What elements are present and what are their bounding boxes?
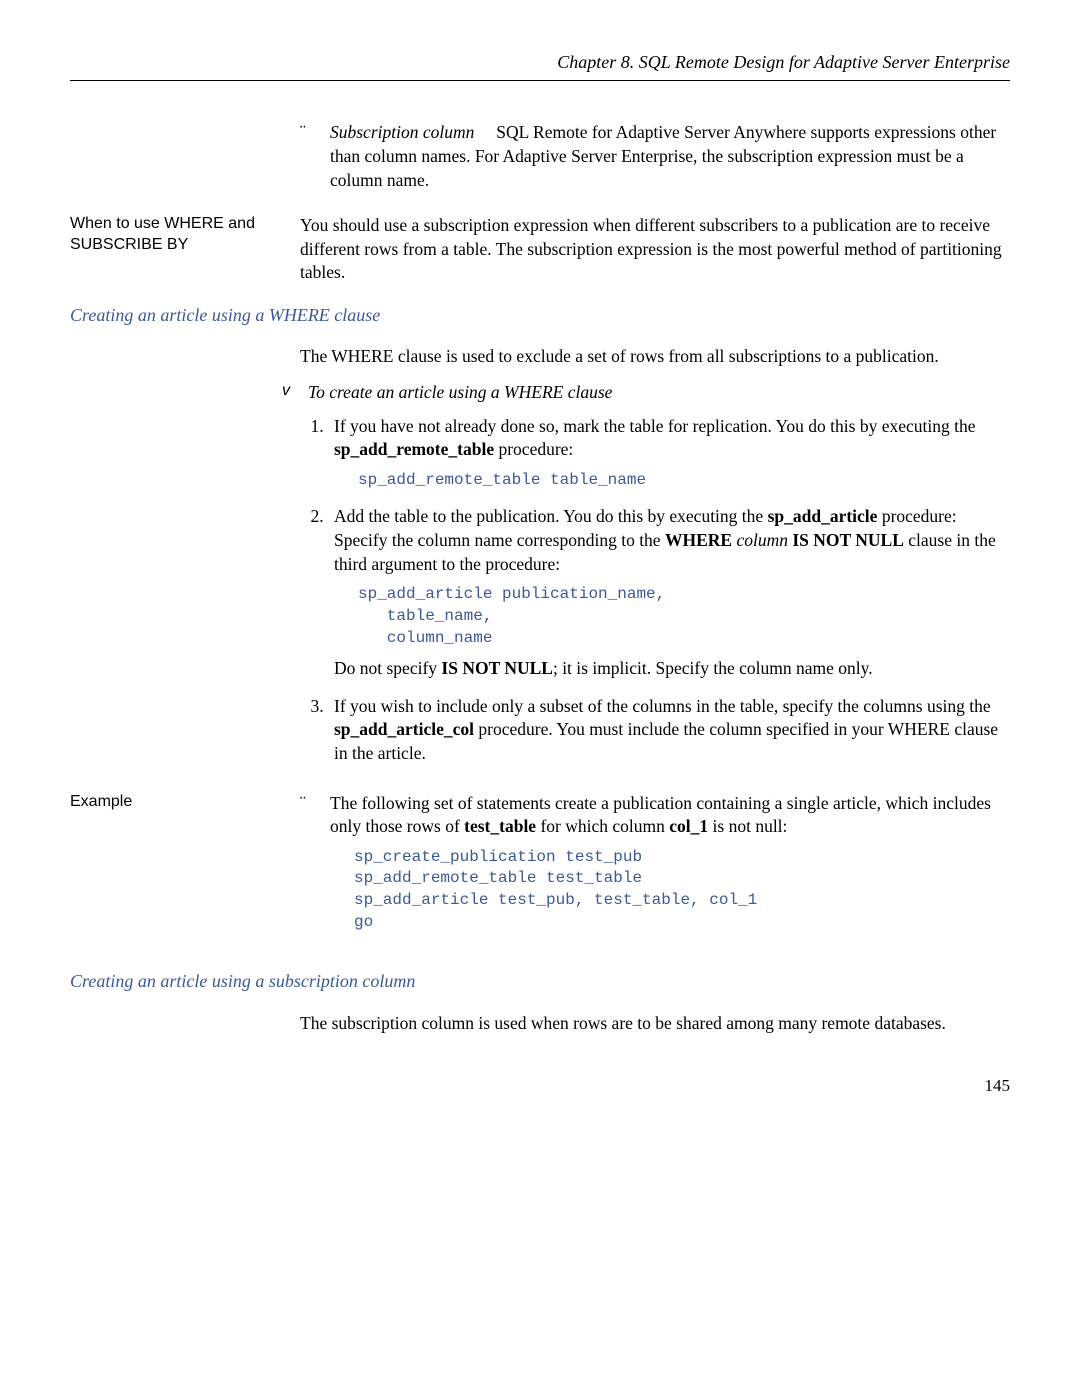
example-side-label: Example bbox=[70, 792, 300, 952]
step2-post-c: ; it is implicit. Specify the column nam… bbox=[553, 658, 873, 678]
code-block-example: sp_create_publication test_pub sp_add_re… bbox=[354, 847, 1010, 933]
bullet-mark: ¨ bbox=[300, 121, 330, 192]
ex-d: col_1 bbox=[669, 816, 708, 836]
step3-a: If you wish to include only a subset of … bbox=[334, 696, 991, 716]
procedure-title: To create an article using a WHERE claus… bbox=[308, 381, 1010, 405]
step2-col-italic: column bbox=[736, 530, 788, 550]
example-body: The following set of statements create a… bbox=[330, 792, 1010, 942]
side-empty-2 bbox=[70, 345, 300, 369]
section-heading-where: Creating an article using a WHERE clause bbox=[70, 303, 1010, 327]
procedure-mark: v bbox=[282, 382, 290, 399]
subscription-term: Subscription column bbox=[330, 122, 474, 142]
step2-post-a: Do not specify bbox=[334, 658, 441, 678]
step1-text-c: procedure: bbox=[494, 439, 573, 459]
intro-bullet: Subscription column SQL Remote for Adapt… bbox=[330, 121, 1010, 192]
ex-b: test_table bbox=[464, 816, 536, 836]
step-1: If you have not already done so, mark th… bbox=[328, 415, 1010, 492]
ex-e: is not null: bbox=[708, 816, 787, 836]
header-rule bbox=[70, 80, 1010, 81]
example-bullet-mark: ¨ bbox=[300, 792, 330, 942]
step2-d: WHERE bbox=[665, 530, 732, 550]
side-empty bbox=[70, 121, 300, 202]
step2-f: IS NOT NULL bbox=[792, 530, 904, 550]
subcol-body: The subscription column is used when row… bbox=[300, 1012, 1010, 1036]
running-header: Chapter 8. SQL Remote Design for Adaptiv… bbox=[70, 50, 1010, 74]
step2-a: Add the table to the publication. You do… bbox=[334, 506, 768, 526]
code-block-1: sp_add_remote_table table_name bbox=[358, 470, 1010, 492]
when-body: You should use a subscription expression… bbox=[300, 214, 1010, 285]
step1-proc: sp_add_remote_table bbox=[334, 439, 494, 459]
step-3: If you wish to include only a subset of … bbox=[328, 695, 1010, 766]
where-intro: The WHERE clause is used to exclude a se… bbox=[300, 345, 1010, 369]
section-heading-subcol: Creating an article using a subscription… bbox=[70, 969, 1010, 993]
step3-b: sp_add_article_col bbox=[334, 719, 474, 739]
ex-c: for which column bbox=[536, 816, 669, 836]
page-number: 145 bbox=[70, 1075, 1010, 1098]
code-block-2: sp_add_article publication_name, table_n… bbox=[358, 584, 1010, 649]
step2-post-b: IS NOT NULL bbox=[441, 658, 553, 678]
step1-text-a: If you have not already done so, mark th… bbox=[334, 416, 976, 436]
side-empty-3 bbox=[70, 1012, 300, 1036]
step-2: Add the table to the publication. You do… bbox=[328, 505, 1010, 680]
step2-b: sp_add_article bbox=[768, 506, 878, 526]
when-side-label: When to use WHERE and SUBSCRIBE BY bbox=[70, 214, 300, 285]
